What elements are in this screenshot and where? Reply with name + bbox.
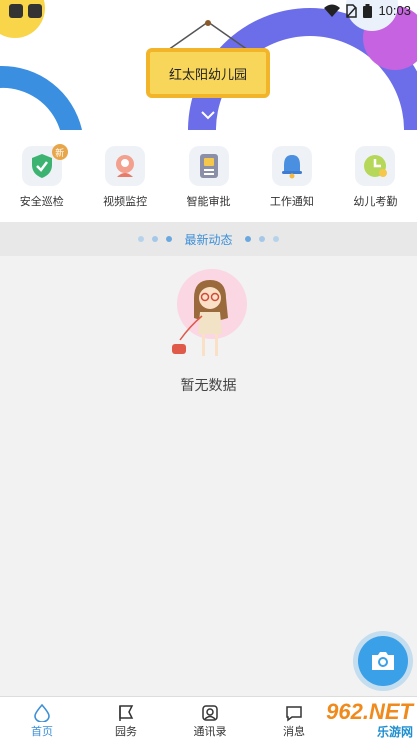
new-badge: 新 [51, 144, 68, 160]
chevron-down-icon[interactable] [146, 102, 270, 122]
home-drop-icon [34, 703, 50, 722]
site-watermark: 962.NET 乐游网 [326, 701, 413, 740]
tab-contacts[interactable]: 通讯录 [168, 697, 252, 744]
nav-icon-box [355, 146, 396, 186]
tab-label: 消息 [283, 725, 305, 738]
nav-icon-box [271, 146, 312, 186]
nav-item-label: 工作通知 [269, 196, 314, 208]
school-name: 红太阳幼儿园 [146, 48, 270, 98]
camera-fab-button[interactable] [358, 636, 408, 686]
nav-item-work-notice[interactable]: 工作通知 [250, 130, 333, 222]
battery-icon [363, 3, 373, 18]
decorative-dot [272, 236, 279, 242]
contacts-icon [202, 704, 218, 721]
empty-state: 暂无数据 [0, 268, 417, 395]
school-signboard: 红太阳幼儿园 [146, 20, 270, 120]
decorative-dot [152, 236, 159, 242]
watermark-text: 962.NET [326, 699, 413, 724]
tab-label: 首页 [31, 725, 53, 738]
nav-icon-box [188, 146, 229, 186]
decorative-dot [166, 236, 173, 242]
camera-icon [372, 652, 394, 670]
latest-news-header: 最新动态 [0, 222, 417, 256]
notification-icon [9, 4, 23, 18]
nav-item-video-monitor[interactable]: 视频监控 [83, 130, 166, 222]
notification-icon [28, 4, 42, 18]
status-bar: 10:03 [0, 0, 417, 22]
decorative-dot [138, 236, 145, 242]
clock-icon [364, 155, 388, 177]
tab-home[interactable]: 首页 [0, 697, 84, 744]
nav-item-label: 幼儿考勤 [353, 196, 398, 208]
nav-icon-box: 新 [21, 144, 68, 186]
no-sim-icon [346, 3, 358, 18]
flag-icon [119, 704, 134, 721]
tab-affairs[interactable]: 园务 [84, 697, 168, 744]
nav-item-label: 智能审批 [186, 196, 231, 208]
empty-state-illustration [171, 269, 247, 356]
wifi-icon [324, 4, 341, 17]
nav-icon-box [105, 146, 146, 186]
nav-item-label: 安全巡检 [19, 196, 64, 208]
nav-item-child-attendance[interactable]: 幼儿考勤 [334, 130, 417, 222]
bell-icon [281, 155, 302, 179]
clock-time: 10:03 [378, 3, 411, 18]
nav-item-safety-inspection[interactable]: 新 安全巡检 [0, 130, 83, 222]
shield-check-icon [31, 154, 52, 178]
latest-news-title: 最新动态 [184, 232, 233, 247]
nav-item-smart-approval[interactable]: 智能审批 [167, 130, 250, 222]
decorative-dot [244, 236, 251, 242]
quick-nav: 新 安全巡检 视频监控 智能审批 工作通知 幼儿考勤 [0, 130, 417, 222]
empty-state-text: 暂无数据 [180, 377, 237, 393]
decorative-dot [258, 236, 265, 242]
tab-label: 园务 [115, 725, 137, 738]
watermark-subtext: 乐游网 [376, 725, 413, 739]
tab-label: 通讯录 [193, 725, 227, 738]
approval-doc-icon [199, 154, 218, 178]
tab-messages[interactable]: 消息 [252, 697, 336, 744]
nav-item-label: 视频监控 [103, 196, 148, 208]
message-icon [286, 705, 302, 721]
camera-person-icon [116, 155, 135, 177]
